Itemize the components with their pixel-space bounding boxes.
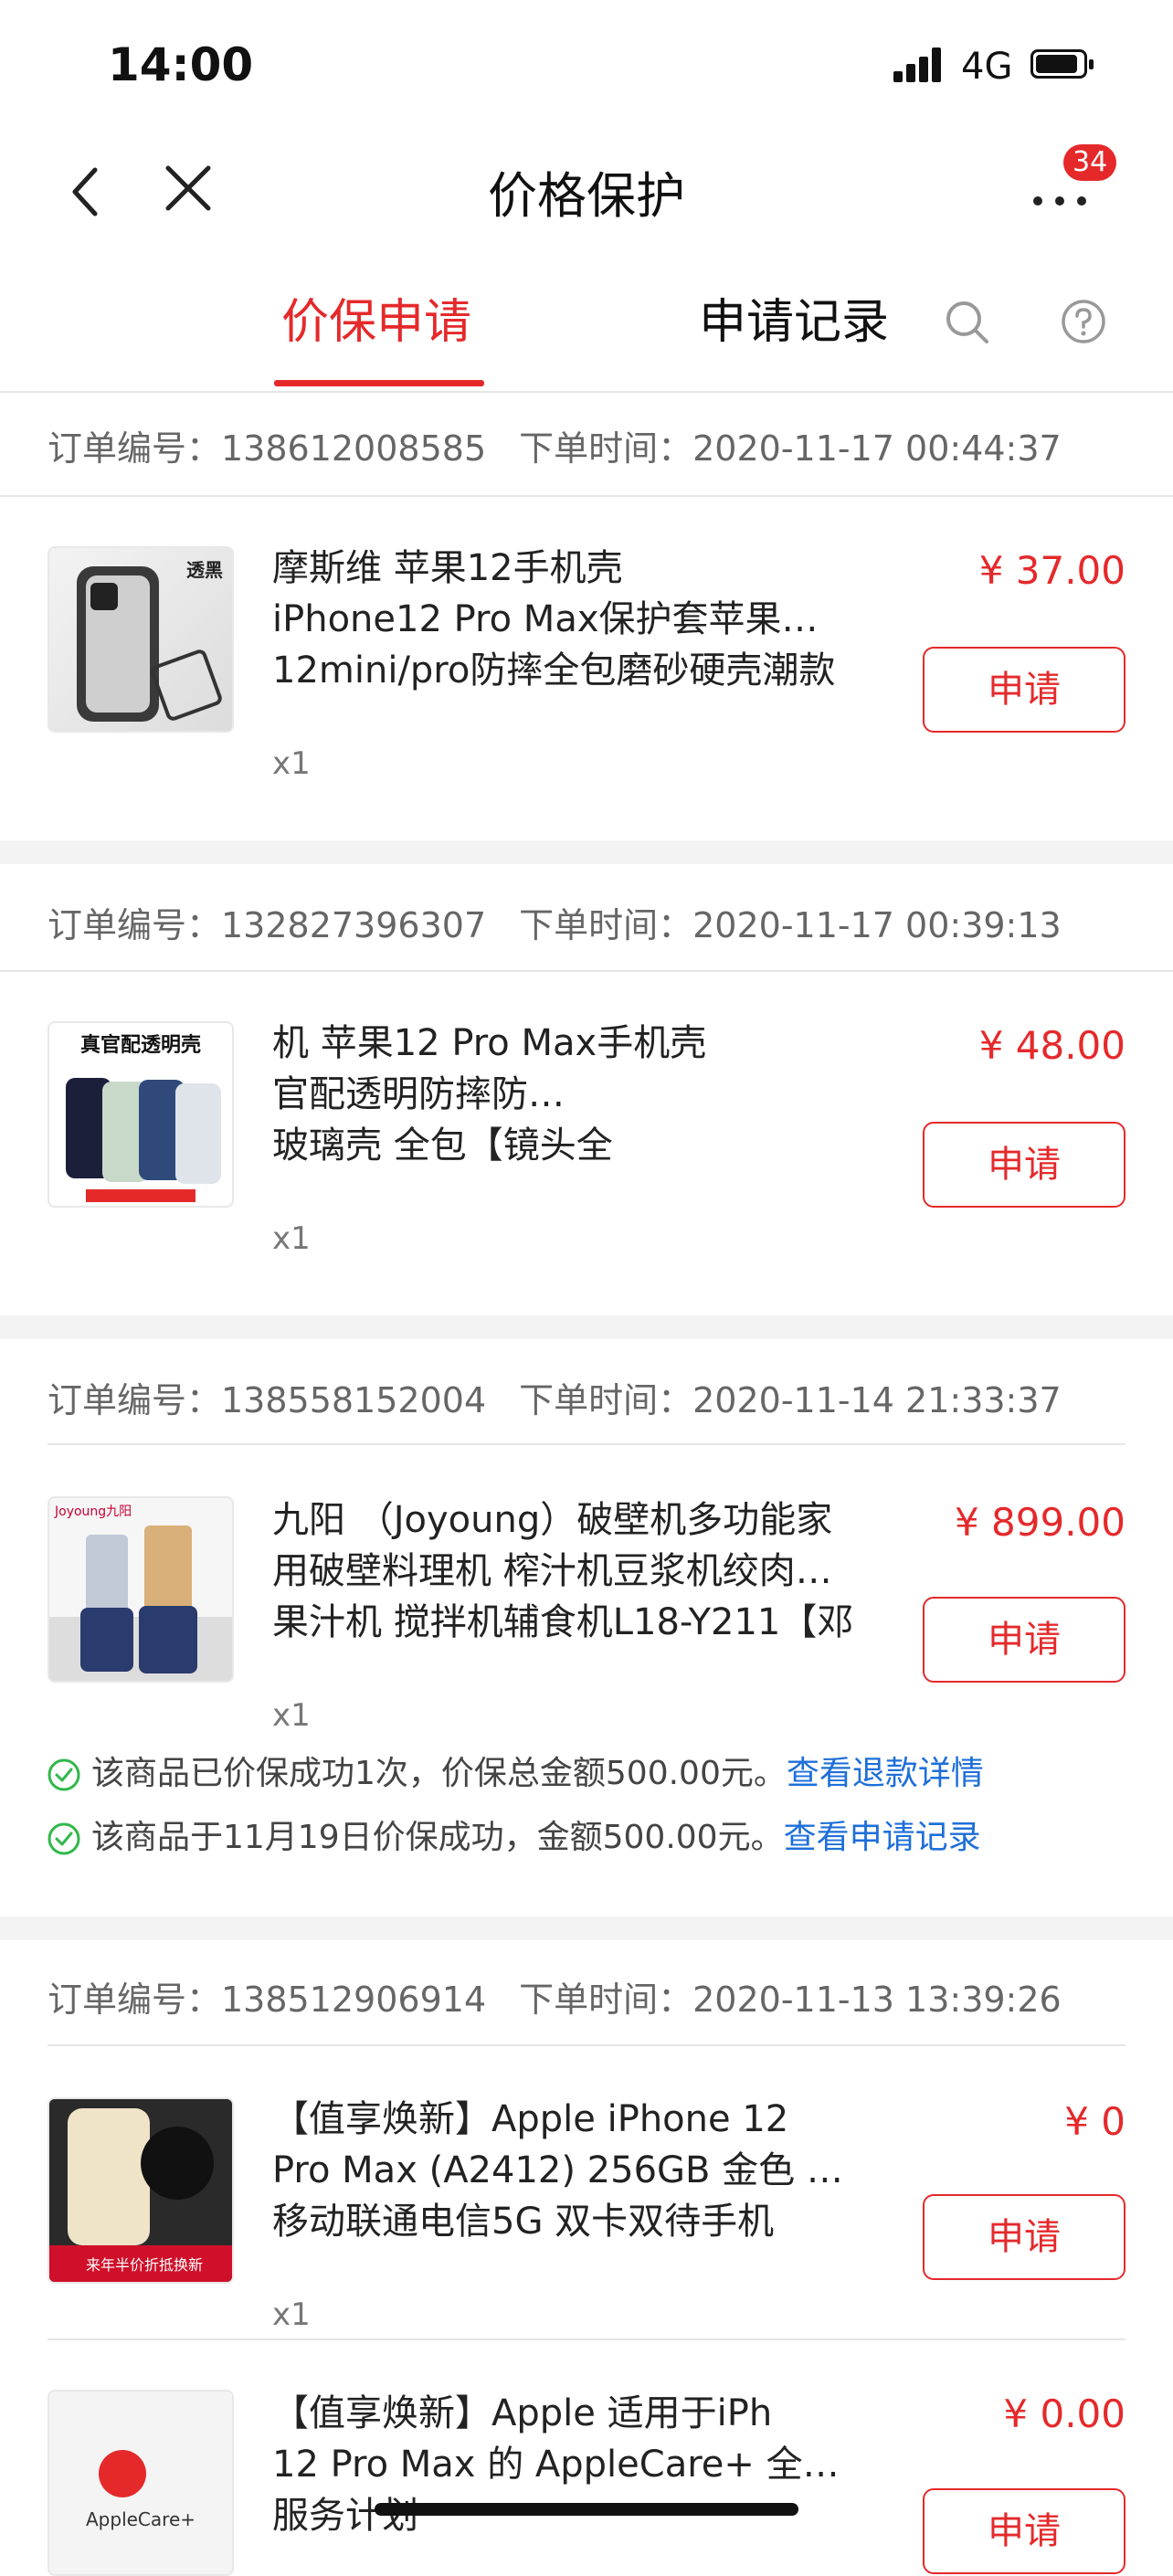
product-name[interactable]: 机 苹果12 Pro Max手机壳 官配透明防摔防… 玻璃壳 全包【镜头全	[272, 1018, 857, 1171]
price-protect-success-note: 该商品已价保成功1次，价保总金额500.00元。查看退款详情	[48, 1747, 984, 1794]
product-name[interactable]: 摩斯维 苹果12手机壳 iPhone12 Pro Max保护套苹果… 12mini/…	[272, 543, 857, 696]
product-quantity: x1	[272, 2296, 311, 2333]
order-number: 订单编号：132827396307	[48, 905, 487, 945]
thumb-label: 来年半价折抵换新	[86, 2256, 204, 2274]
divider	[0, 391, 1173, 393]
thumb-label: Joyoung九阳	[55, 1504, 132, 1519]
network-type: 4G	[961, 46, 1013, 88]
status-bar: 14:00 4G	[0, 0, 1173, 128]
thumb-label: 透黑	[186, 559, 223, 581]
check-circle-icon	[48, 1822, 80, 1855]
tab-apply-records[interactable]: 申请记录	[699, 283, 889, 352]
help-icon[interactable]	[1060, 298, 1107, 345]
product-name[interactable]: 九阳 （Joyoung）破壁机多功能家 用破壁料理机 榨汁机豆浆机绞肉… 果汁机 搅…	[272, 1494, 857, 1648]
view-refund-details-link[interactable]: 查看退款详情	[787, 1755, 984, 1792]
tab-price-protect-apply[interactable]: 价保申请	[281, 283, 471, 352]
search-icon[interactable]	[945, 300, 990, 345]
product-price: ¥ 0.00	[1003, 2391, 1125, 2436]
section-separator	[0, 1315, 1173, 1339]
view-apply-records-link[interactable]: 查看申请记录	[784, 1819, 981, 1856]
product-name[interactable]: 【值享焕新】Apple iPhone 12 Pro Max (A2412) 256…	[272, 2094, 857, 2247]
note-text: 该商品已价保成功1次，价保总金额500.00元。	[91, 1755, 787, 1792]
page-title: 价格保护	[488, 167, 685, 225]
tab-bar: 价保申请 申请记录	[0, 265, 1173, 388]
applecare-image	[49, 2391, 232, 2574]
status-time: 14:00	[108, 38, 254, 91]
product-quantity: x1	[272, 1697, 311, 1734]
order-number: 订单编号：138512906914	[48, 1980, 487, 2020]
order-number: 订单编号：138558152004	[48, 1380, 487, 1420]
home-indicator	[375, 2503, 798, 2516]
nav-bar: 价格保护 34	[0, 128, 1173, 247]
product-image[interactable]: AppleCare+	[48, 2390, 234, 2576]
product-image[interactable]: 来年半价折抵换新	[48, 2097, 234, 2284]
battery-icon	[1030, 49, 1094, 79]
product-price: ¥ 0	[1064, 2099, 1125, 2144]
divider	[0, 495, 1173, 497]
check-circle-icon	[48, 1758, 80, 1791]
product-price: ¥ 899.00	[954, 1500, 1125, 1545]
section-separator	[0, 1916, 1173, 1940]
product-image[interactable]: 透黑	[48, 546, 234, 733]
divider	[0, 970, 1173, 972]
note-text: 该商品于11月19日价保成功，金额500.00元。	[91, 1819, 784, 1856]
thumb-label: AppleCare+	[86, 2508, 196, 2530]
product-quantity: x1	[272, 745, 311, 782]
message-badge: 34	[1063, 144, 1117, 181]
apply-button[interactable]: 申请	[923, 1597, 1125, 1683]
order-time: 下单时间：2020-11-14 21:33:37	[519, 1380, 1062, 1420]
order-header: 订单编号：138612008585 下单时间：2020-11-17 00:44:3…	[48, 420, 1062, 470]
product-image[interactable]: 真官配透明壳	[48, 1021, 234, 1208]
order-header: 订单编号：138512906914 下单时间：2020-11-13 13:39:2…	[48, 1971, 1062, 2022]
product-name[interactable]: 【值享焕新】Apple 适用于iPh 12 Pro Max 的 AppleCare…	[272, 2388, 857, 2541]
section-separator	[0, 840, 1173, 864]
divider	[48, 1443, 1125, 1445]
thumb-label: 真官配透明壳	[79, 1034, 201, 1057]
signal-icon	[893, 46, 948, 82]
order-time: 下单时间：2020-11-17 00:39:13	[519, 905, 1062, 945]
order-header: 订单编号：138558152004 下单时间：2020-11-14 21:33:3…	[48, 1372, 1062, 1422]
order-header: 订单编号：132827396307 下单时间：2020-11-17 00:39:1…	[48, 897, 1062, 947]
apply-button[interactable]: 申请	[923, 2194, 1125, 2280]
order-time: 下单时间：2020-11-17 00:44:37	[519, 428, 1062, 469]
apply-button[interactable]: 申请	[923, 2488, 1125, 2574]
product-price: ¥ 37.00	[978, 548, 1125, 593]
divider	[48, 2044, 1125, 2046]
blender-image	[49, 1526, 232, 1681]
apply-button[interactable]: 申请	[923, 647, 1125, 733]
product-quantity: x1	[272, 1220, 311, 1257]
product-price: ¥ 48.00	[978, 1023, 1125, 1068]
apply-button[interactable]: 申请	[923, 1122, 1125, 1208]
order-time: 下单时间：2020-11-13 13:39:26	[519, 1980, 1062, 2020]
active-tab-indicator	[274, 380, 484, 386]
order-number: 订单编号：138612008585	[48, 428, 487, 469]
price-protect-success-note: 该商品于11月19日价保成功，金额500.00元。查看申请记录	[48, 1811, 981, 1858]
divider	[48, 2338, 1125, 2340]
product-image[interactable]: Joyoung九阳	[48, 1496, 234, 1683]
